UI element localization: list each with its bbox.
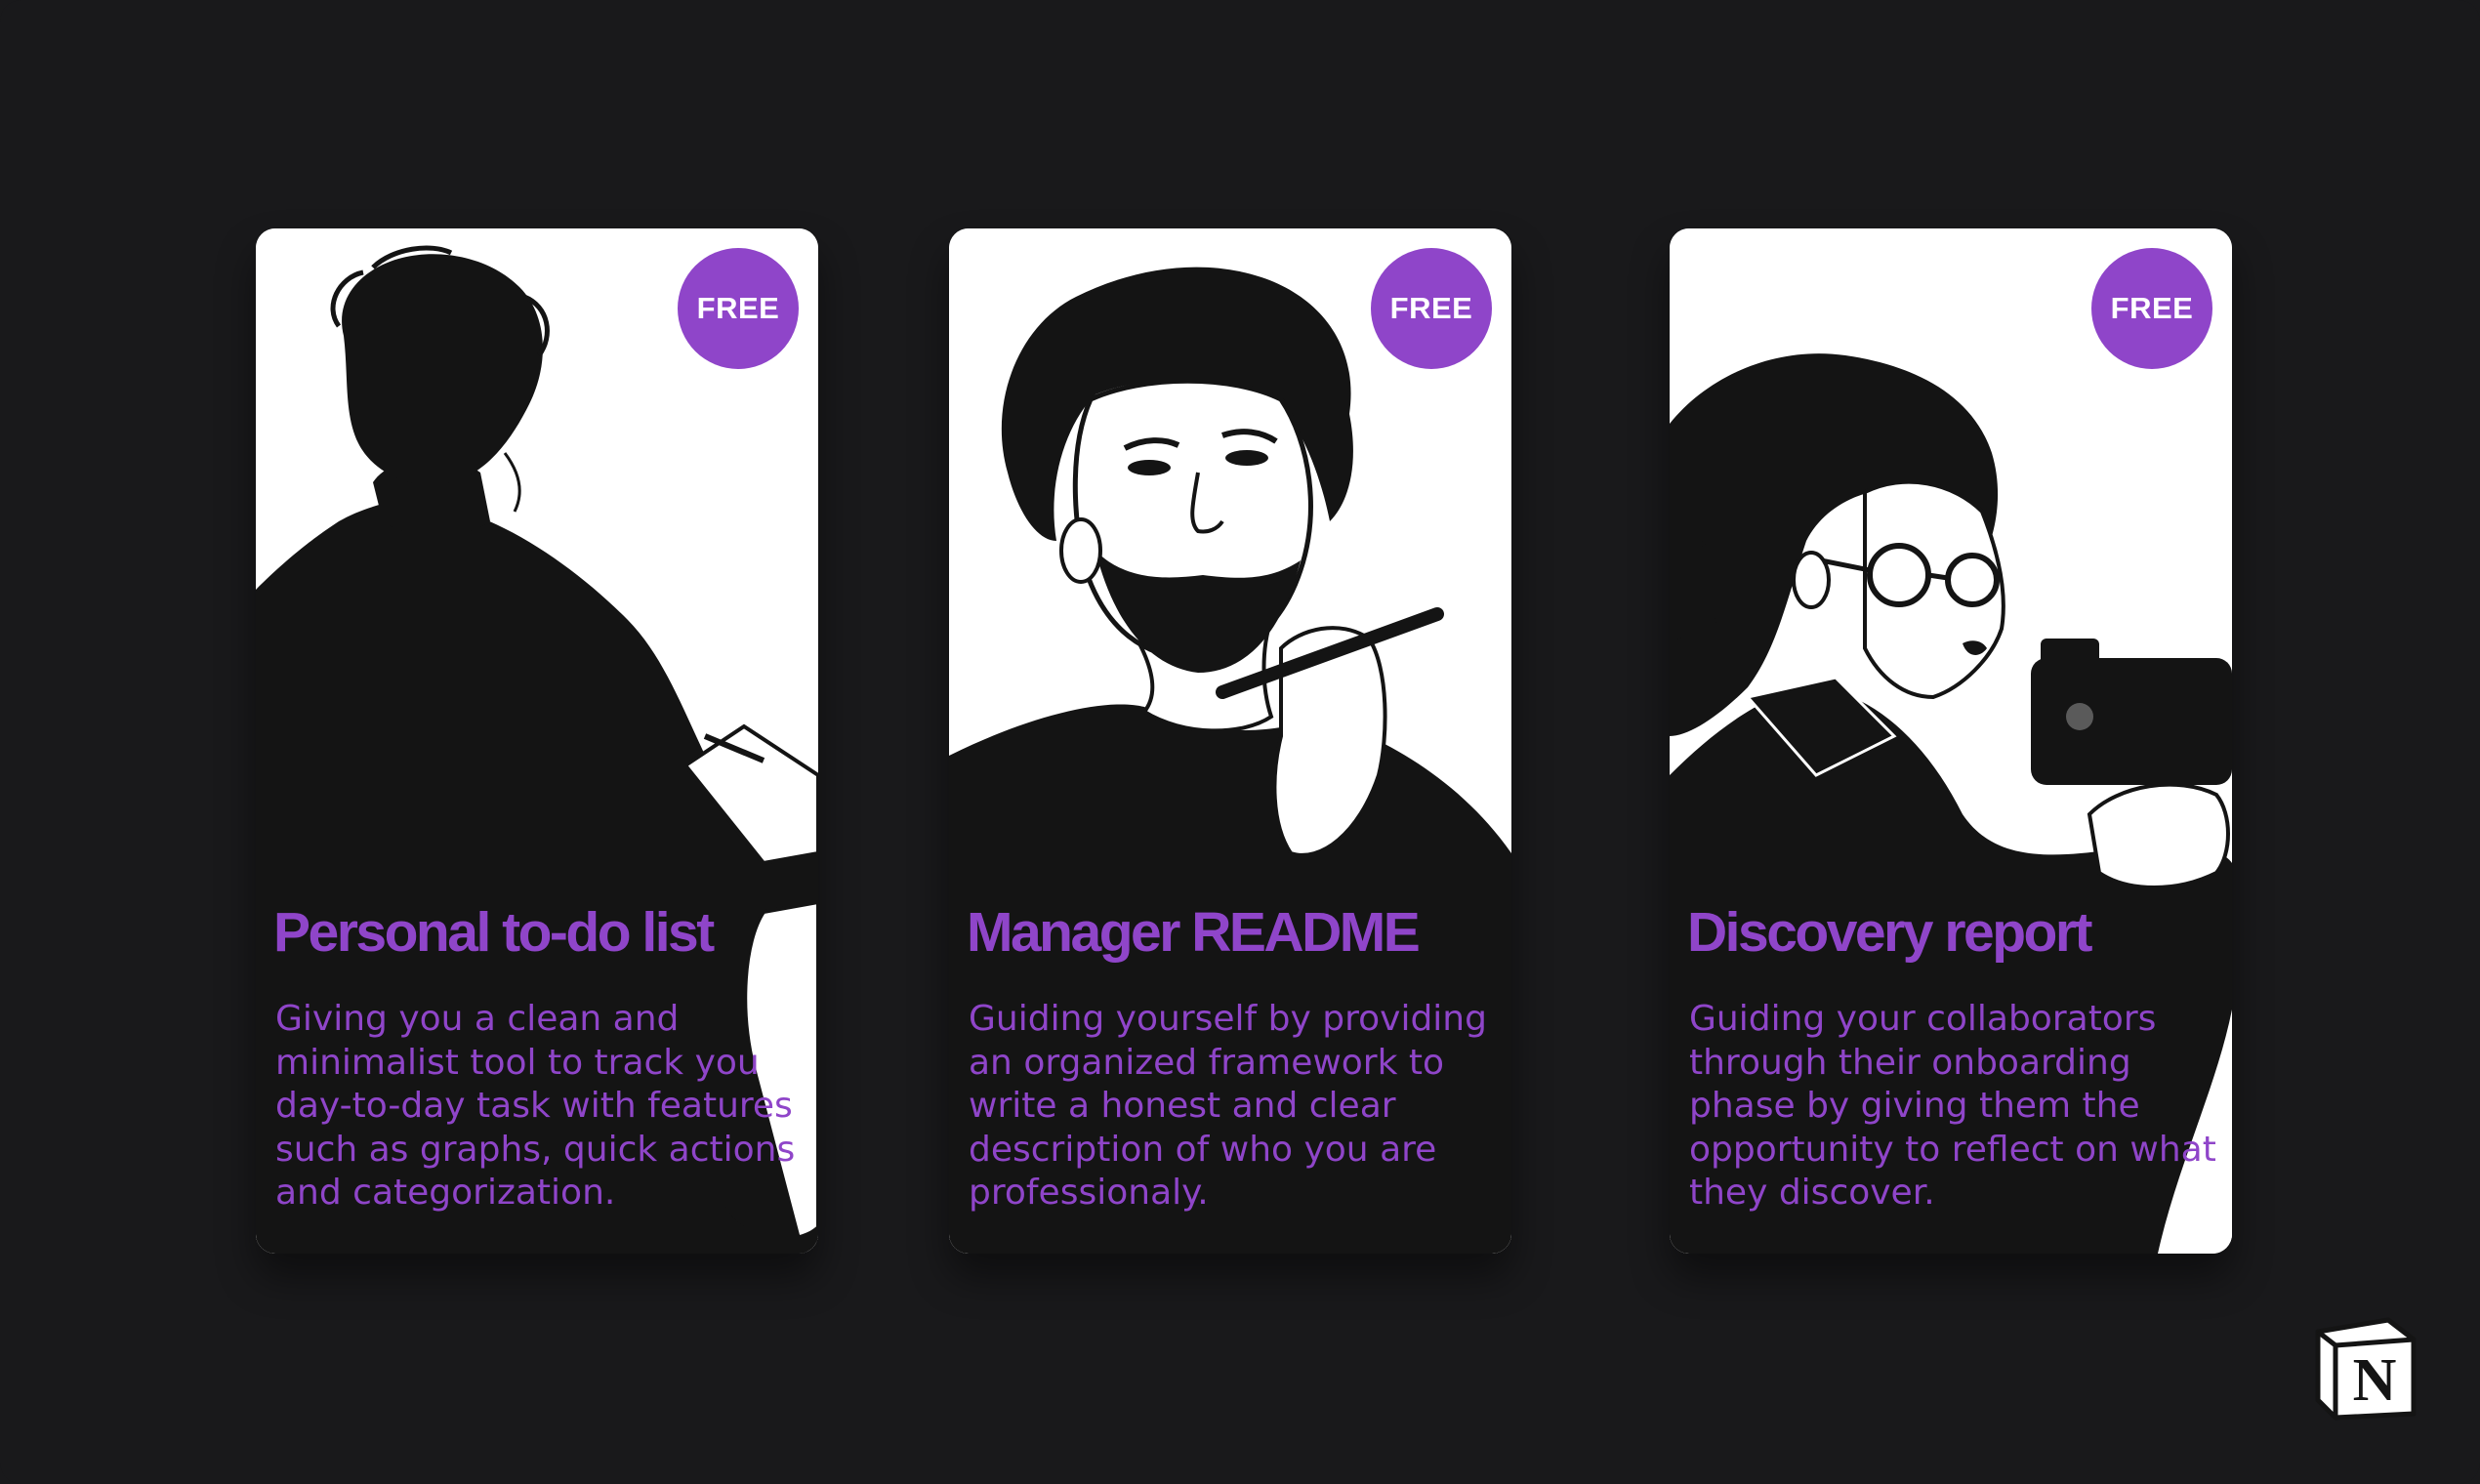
free-badge: FREE bbox=[1371, 248, 1492, 369]
card-description: Guiding your collaborators through their… bbox=[1689, 999, 2216, 1213]
notion-logo-letter: N bbox=[2353, 1347, 2397, 1414]
free-badge: FREE bbox=[678, 248, 799, 369]
template-card-personal-todo[interactable]: FREE Personal to-do list Giving you a cl… bbox=[256, 228, 818, 1254]
card-title: Personal to-do list bbox=[273, 901, 715, 964]
card-description: Giving you a clean and minimalist tool t… bbox=[275, 999, 796, 1213]
template-card-discovery-report[interactable]: FREE Discovery report Guiding your colla… bbox=[1670, 228, 2232, 1254]
canvas: FREE Personal to-do list Giving you a cl… bbox=[0, 0, 2480, 1484]
template-card-manager-readme[interactable]: FREE Manager README Guiding yourself by … bbox=[949, 228, 1511, 1254]
notion-logo-icon: N bbox=[2308, 1310, 2423, 1425]
free-badge: FREE bbox=[2091, 248, 2212, 369]
card-title: Manager README bbox=[967, 901, 1421, 964]
card-description: Guiding yourself by providing an organiz… bbox=[969, 999, 1487, 1213]
card-title: Discovery report bbox=[1687, 901, 2093, 964]
